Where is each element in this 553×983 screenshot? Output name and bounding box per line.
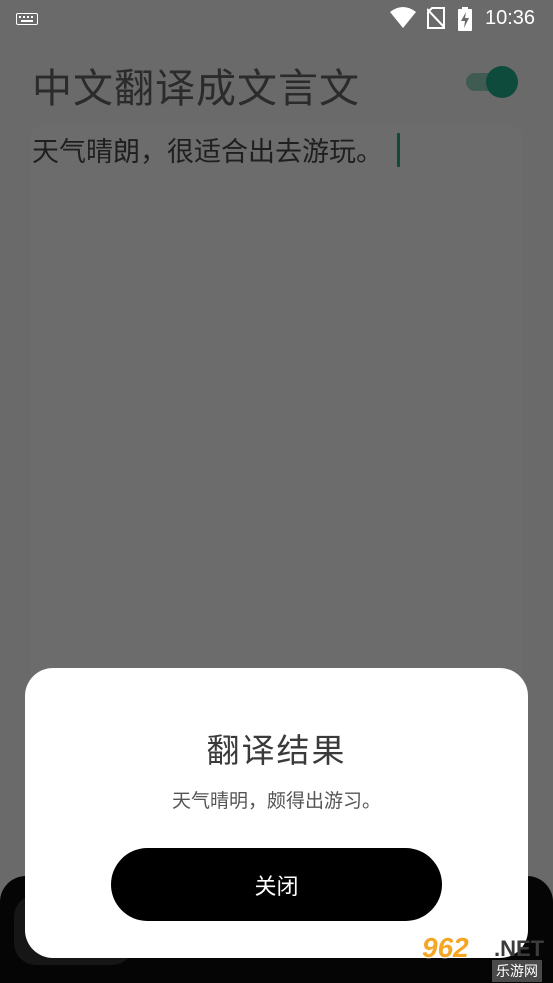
status-bar: 10:36 (0, 0, 553, 38)
status-time: 10:36 (485, 7, 536, 29)
battery-charging-icon (458, 7, 472, 31)
result-dialog: 翻译结果 天气晴明，颇得出游习。 关闭 (25, 668, 528, 958)
watermark-logo: 962 .NET 乐游网 (416, 932, 550, 982)
watermark-number: 962 (422, 932, 469, 963)
toggle-thumb (486, 66, 518, 98)
text-cursor (397, 133, 400, 167)
watermark-site: 乐游网 (492, 960, 542, 982)
mode-toggle[interactable] (464, 66, 518, 98)
watermark-suffix: .NET (494, 936, 545, 961)
page-title: 中文翻译成文言文 (32, 66, 360, 112)
input-text: 天气晴朗，很适合出去游玩。 (32, 137, 383, 168)
dialog-result-text: 天气晴明，颇得出游习。 (171, 790, 381, 812)
no-sim-icon (427, 7, 445, 29)
input-text-line[interactable]: 天气晴朗，很适合出去游玩。 (32, 130, 400, 169)
close-button[interactable]: 关闭 (111, 848, 442, 921)
dialog-title: 翻译结果 (206, 731, 347, 770)
keyboard-icon (16, 13, 38, 25)
wifi-icon (390, 7, 416, 28)
